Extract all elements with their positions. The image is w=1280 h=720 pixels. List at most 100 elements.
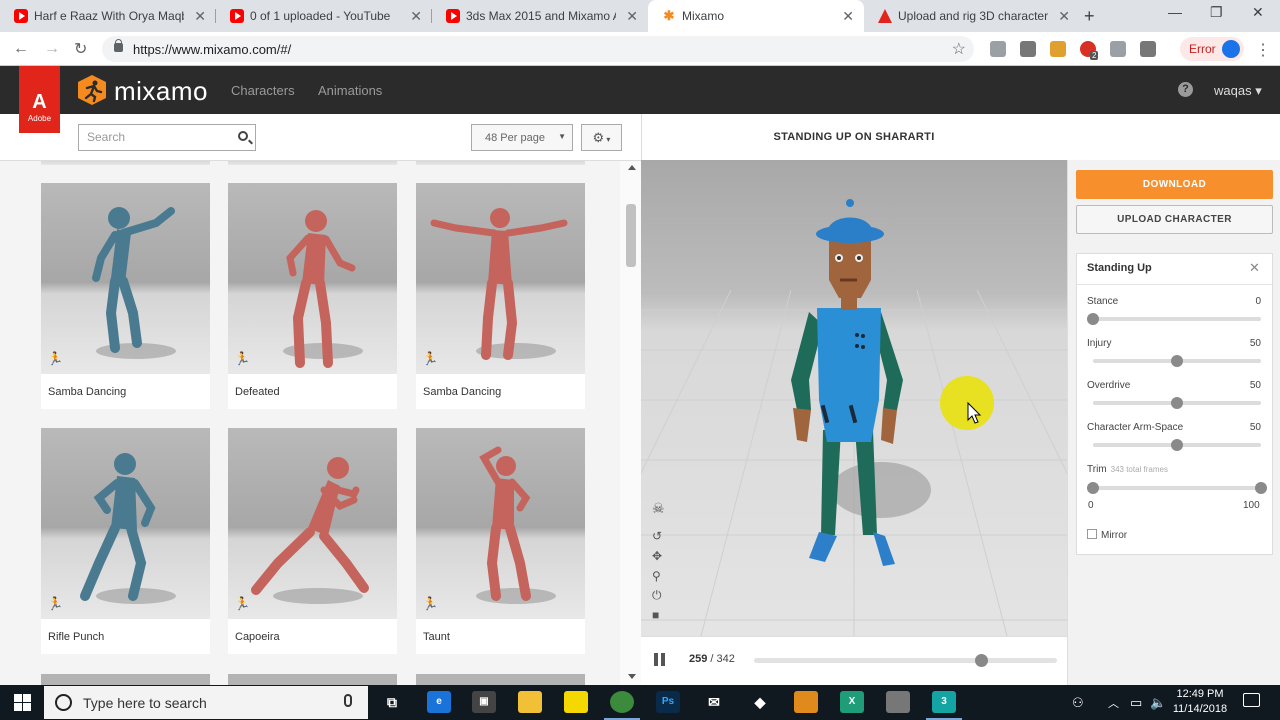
close-icon[interactable]: ✕ [1249,260,1260,276]
fl-studio-icon[interactable] [794,691,818,713]
app-icon[interactable]: X [840,691,864,713]
photoshop-icon[interactable]: Ps [656,691,680,713]
pan-icon[interactable]: ✥ [652,549,662,563]
user-menu[interactable]: waqas ▾ [1214,83,1262,99]
stance-slider[interactable] [1087,313,1261,325]
file-explorer-icon[interactable] [518,691,542,713]
animation-card[interactable] [416,161,585,165]
skeleton-icon[interactable]: ☠ [652,500,665,517]
upload-character-button[interactable]: UPLOAD CHARACTER [1076,205,1273,234]
scroll-up-icon[interactable] [628,165,636,170]
reload-icon[interactable]: ↻ [74,39,87,59]
timeline-knob[interactable] [974,654,988,667]
windows-start-icon[interactable] [14,694,31,711]
mail-icon[interactable]: ✉ [702,691,726,713]
notifications-icon[interactable] [1243,693,1260,707]
back-icon[interactable]: ← [13,40,29,58]
per-page-select[interactable]: 48 Per page ▼ [471,124,573,151]
slider-knob[interactable] [1171,355,1183,367]
window-close-button[interactable]: ✕ [1252,4,1264,21]
volume-icon[interactable]: 🔈 [1150,695,1166,711]
animation-card[interactable] [228,161,397,165]
edge-icon[interactable]: e [427,691,451,713]
trim-start-knob[interactable] [1087,482,1099,494]
nav-characters[interactable]: Characters [231,83,295,98]
extension-icon[interactable] [1050,41,1066,57]
scrollbar-thumb[interactable] [626,204,636,267]
browser-tab-active[interactable]: ✱ Mixamo ✕ [648,0,864,32]
browser-menu-icon[interactable]: ⋮ [1255,40,1271,60]
browser-tab[interactable]: 0 of 1 uploaded - YouTube ✕ [216,0,432,32]
settings-gear-button[interactable]: ⚙ ▾ [581,124,622,151]
slider-knob[interactable] [1171,397,1183,409]
search-input[interactable] [87,130,227,144]
browser-tab[interactable]: Harf e Raaz With Orya Maqbool ✕ [0,0,216,32]
profile-error-pill[interactable]: Error [1180,37,1244,61]
reset-view-icon[interactable]: ↺ [652,529,662,543]
animation-card[interactable]: 🏃 Taunt [416,428,585,654]
animation-card[interactable]: 🏃 Rifle Punch [41,428,210,654]
restore-button[interactable]: ❐ [1210,4,1223,21]
animation-card[interactable]: 🏃 Samba Dancing [41,183,210,409]
taskbar-search[interactable]: Type here to search [44,686,368,719]
network-icon[interactable]: ▭ [1130,695,1142,711]
checkbox[interactable] [1087,529,1097,539]
task-view-icon[interactable]: ⧉ [380,691,404,713]
animation-card[interactable]: 🏃 Defeated [228,183,397,409]
close-icon[interactable]: ✕ [842,8,854,25]
close-icon[interactable]: ✕ [410,8,422,25]
3d-viewport[interactable] [641,160,1067,636]
arm-space-slider[interactable] [1093,439,1261,451]
system-clock[interactable]: 12:49 PM 11/14/2018 [1168,687,1232,717]
people-icon[interactable]: ⚇ [1072,695,1084,711]
extension-icon[interactable] [1110,41,1126,57]
microphone-icon[interactable] [344,694,352,707]
animation-card[interactable] [41,674,210,685]
mixamo-wordmark[interactable]: mixamo [114,76,208,107]
browser-tab[interactable]: 3ds Max 2015 and Mixamo Auto ✕ [432,0,648,32]
forward-icon[interactable]: → [44,40,60,58]
search-box[interactable] [78,124,256,151]
close-icon[interactable]: ✕ [1058,8,1070,25]
sticky-notes-icon[interactable] [564,691,588,713]
extension-icon[interactable] [990,41,1006,57]
power-icon[interactable]: ⏻ [652,588,662,603]
animation-card[interactable] [41,161,210,165]
chrome-icon[interactable] [604,691,640,720]
overdrive-slider[interactable] [1093,397,1261,409]
camera-extension-icon[interactable] [1020,41,1036,57]
animation-card[interactable]: 🏃 Samba Dancing [416,183,585,409]
zoom-icon[interactable]: ⚲ [652,569,661,583]
injury-slider[interactable] [1093,355,1261,367]
unity-icon[interactable]: ◆ [748,691,772,713]
animation-card[interactable]: 🏃 Capoeira [228,428,397,654]
grid-scrollbar[interactable] [620,161,641,685]
slider-knob[interactable] [1087,313,1099,325]
bookmark-star-icon[interactable]: ☆ [952,39,966,59]
search-icon[interactable] [238,131,248,141]
store-icon[interactable]: ▣ [472,691,496,713]
download-button[interactable]: DOWNLOAD [1076,170,1273,199]
help-icon[interactable]: ? [1178,82,1193,97]
adobe-logo[interactable]: A Adobe [19,66,60,133]
timeline-scrubber[interactable] [754,654,1057,667]
close-icon[interactable]: ✕ [194,8,206,25]
trim-end-knob[interactable] [1255,482,1267,494]
nav-animations[interactable]: Animations [318,83,382,98]
calculator-icon[interactable] [886,691,910,713]
extension-icon[interactable] [1140,41,1156,57]
animation-card[interactable] [416,674,585,685]
scroll-down-icon[interactable] [628,674,636,679]
url-field[interactable]: https://www.mixamo.com/#/ ☆ [102,36,974,62]
browser-tab[interactable]: Upload and rig 3D characters ✕ [864,0,1080,32]
slider-knob[interactable] [1171,439,1183,451]
tray-chevron-icon[interactable]: ︿ [1108,695,1119,711]
trim-range-slider[interactable] [1087,482,1267,494]
3ds-max-icon[interactable]: 3 [926,691,962,720]
mirror-checkbox[interactable]: Mirror [1087,529,1127,541]
minimize-button[interactable]: — [1168,4,1182,20]
close-icon[interactable]: ✕ [626,8,638,25]
animation-card[interactable] [228,674,397,685]
pause-button[interactable] [654,653,666,666]
camera-icon[interactable]: ■ [652,608,659,622]
